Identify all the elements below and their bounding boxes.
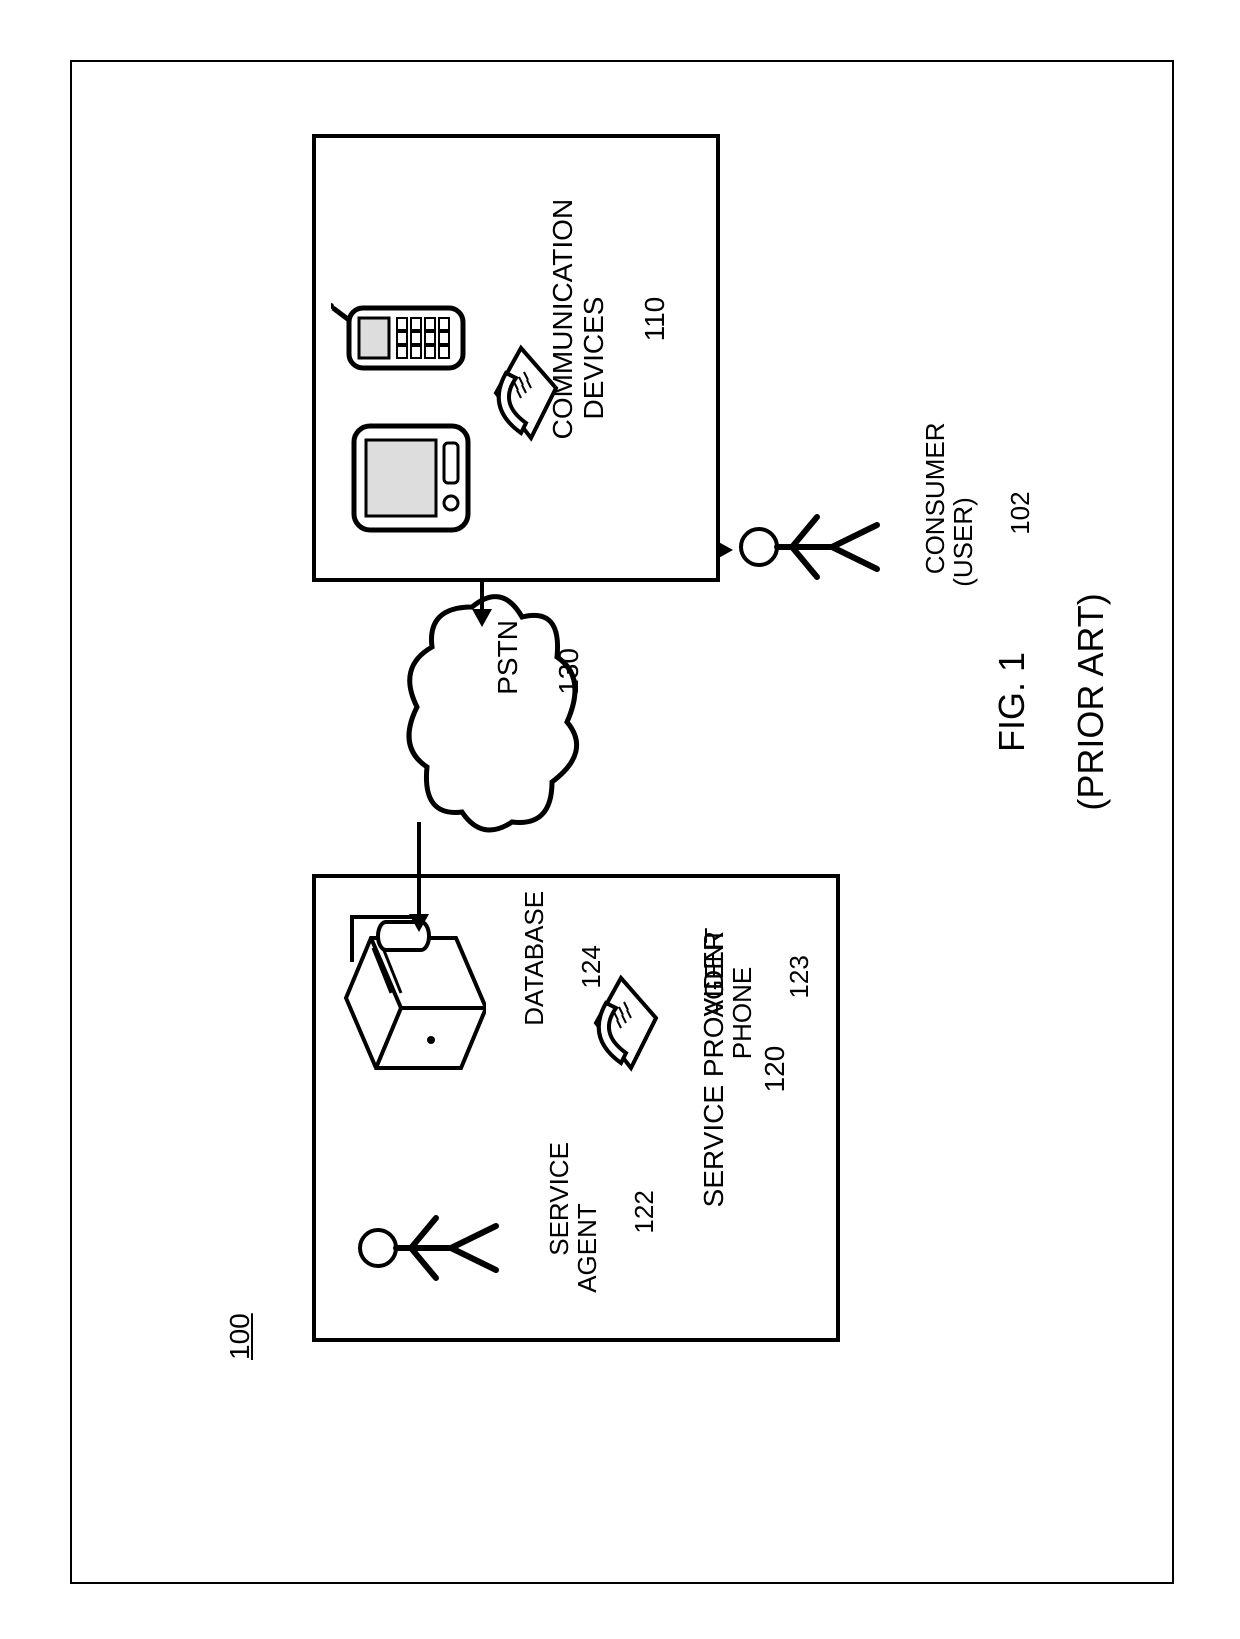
- arrow-right-head-l: [472, 609, 492, 627]
- pda-icon: [346, 418, 476, 538]
- figure-caption-line1: FIG. 1: [991, 652, 1032, 752]
- cloud-text: PSTN: [492, 620, 523, 695]
- service-provider-box: SERVICE AGENT 122: [312, 874, 840, 1342]
- service-provider-ref: 120: [759, 1046, 790, 1093]
- comm-devices-ref: 110: [639, 297, 670, 342]
- person-icon: [737, 497, 887, 597]
- service-provider-title: SERVICE PROVIDER 120: [668, 878, 822, 1338]
- arrow-left-vline: [352, 915, 421, 919]
- figure-caption-line2: (PRIOR ART): [1070, 593, 1111, 810]
- arrow-left-line: [417, 822, 421, 917]
- phone-icon: [576, 968, 666, 1078]
- diagram-canvas: 100 SERVICE AGENT 122: [212, 102, 1032, 1382]
- comm-devices-text: COMMUNICATION DEVICES: [547, 199, 609, 440]
- computer-icon: [336, 918, 486, 1088]
- database-text: DATABASE: [519, 891, 549, 1026]
- service-provider-title-text: SERVICE PROVIDER: [698, 931, 729, 1207]
- cellphone-icon: [331, 298, 471, 378]
- figure-ref: 100: [224, 1313, 256, 1360]
- person-icon: [356, 1198, 506, 1298]
- cloud-label: PSTN 130: [462, 677, 616, 757]
- figure-caption: FIG. 1 (PRIOR ART): [952, 102, 1150, 1382]
- service-agent-text: SERVICE AGENT: [544, 1142, 603, 1293]
- arrow-left-top: [350, 915, 354, 962]
- comm-devices-title: COMMUNICATION DEVICES 110: [517, 138, 702, 578]
- service-agent-label: SERVICE AGENT 122: [516, 1168, 688, 1328]
- cloud-ref: 130: [553, 648, 584, 695]
- service-agent-ref: 122: [629, 1190, 659, 1233]
- comm-devices-box: COMMUNICATION DEVICES 110: [312, 134, 720, 582]
- page-frame: 100 SERVICE AGENT 122: [70, 60, 1174, 1584]
